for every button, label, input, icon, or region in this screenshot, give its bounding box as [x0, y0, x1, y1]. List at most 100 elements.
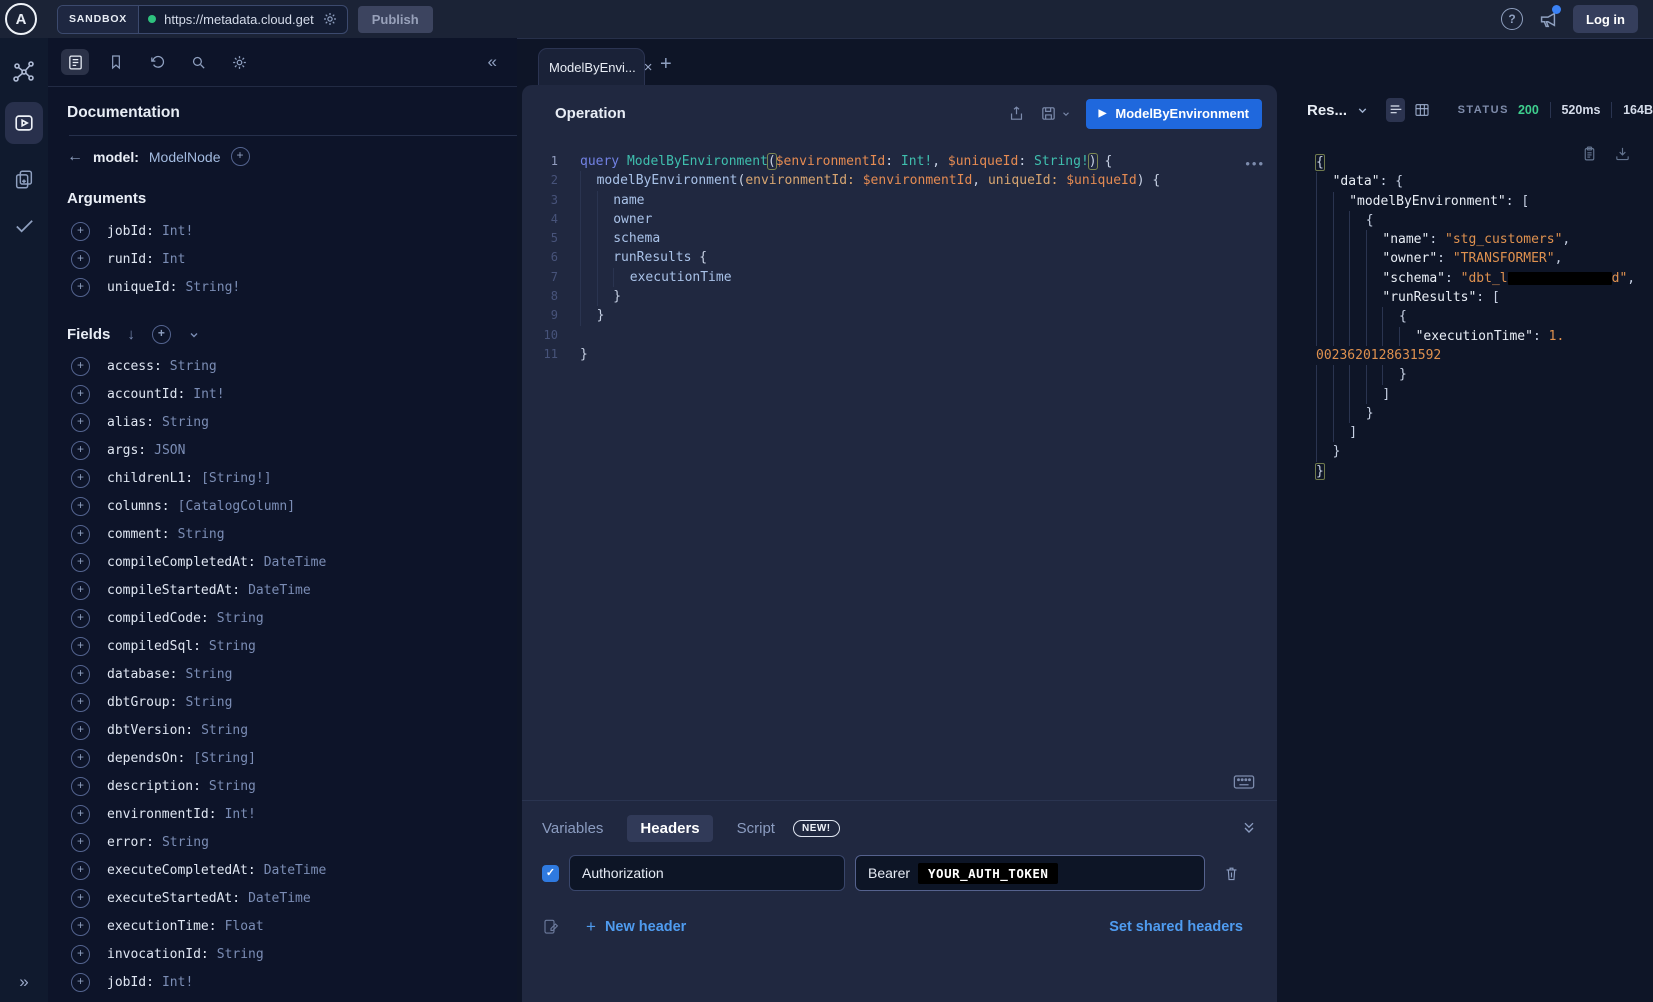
documentation-tab-icon[interactable]	[61, 49, 89, 75]
collapse-bottom-panel-icon[interactable]	[1241, 820, 1257, 836]
indent-guide	[1316, 230, 1333, 249]
docs-settings-gear-icon[interactable]	[225, 49, 253, 75]
tab-script[interactable]: Script	[737, 820, 775, 837]
announcements-megaphone-icon[interactable]	[1537, 8, 1559, 30]
indent-guide	[1333, 230, 1350, 249]
collapse-docs-panel-icon[interactable]: «	[488, 52, 497, 72]
doc-field-row: +compileCompletedAt:DateTime	[67, 548, 499, 576]
add-field-button[interactable]: +	[71, 973, 90, 992]
schema-graph-icon[interactable]	[12, 60, 36, 84]
add-field-button[interactable]: +	[71, 278, 90, 297]
login-button[interactable]: Log in	[1573, 5, 1638, 33]
history-icon[interactable]	[143, 49, 171, 75]
field-name: dependsOn:	[107, 751, 185, 766]
add-field-button[interactable]: +	[71, 721, 90, 740]
tab-headers[interactable]: Headers	[627, 815, 712, 842]
run-operation-button[interactable]: ▶ ModelByEnvironment	[1086, 99, 1262, 129]
add-field-button[interactable]: +	[71, 497, 90, 516]
set-shared-headers-link[interactable]: Set shared headers	[1109, 919, 1257, 935]
add-field-button[interactable]: +	[71, 889, 90, 908]
add-field-button[interactable]: +	[71, 833, 90, 852]
new-tab-button[interactable]: +	[660, 53, 672, 76]
add-field-button[interactable]: +	[71, 805, 90, 824]
header-value-input[interactable]: Bearer YOUR_AUTH_TOKEN	[855, 855, 1205, 891]
doc-field-row: +dependsOn:[String]	[67, 744, 499, 772]
response-dropdown-chevron-icon[interactable]	[1356, 104, 1369, 117]
indent-guide	[1316, 327, 1333, 346]
add-field-button[interactable]: +	[71, 250, 90, 269]
add-field-button[interactable]: +	[71, 945, 90, 964]
add-all-fields-button[interactable]: +	[152, 325, 171, 344]
breadcrumb-type-link[interactable]: ModelNode	[149, 149, 221, 165]
back-arrow-icon[interactable]: ←	[67, 148, 83, 166]
endpoint-url-field[interactable]: https://metadata.cloud.get	[139, 11, 347, 27]
endpoint-settings-gear-icon[interactable]	[322, 11, 338, 27]
share-icon[interactable]	[1008, 105, 1025, 122]
add-field-button[interactable]: +	[71, 581, 90, 600]
add-field-button[interactable]: +	[71, 777, 90, 796]
code-token: ,	[972, 173, 988, 188]
add-field-button[interactable]: +	[71, 525, 90, 544]
tab-variables[interactable]: Variables	[542, 820, 603, 837]
add-field-button[interactable]: +	[71, 917, 90, 936]
add-field-button[interactable]: +	[71, 609, 90, 628]
new-header-button[interactable]: + New header	[586, 917, 686, 937]
download-response-icon[interactable]	[1614, 145, 1631, 162]
graphql-editor[interactable]: 1query ModelByEnvironment($environmentId…	[522, 142, 1277, 800]
add-field-button[interactable]: +	[71, 385, 90, 404]
line-number: 5	[522, 229, 558, 248]
code-token: runResults	[613, 250, 699, 265]
add-field-button[interactable]: +	[71, 469, 90, 488]
explorer-nav-item[interactable]	[5, 102, 43, 144]
operation-tab[interactable]: ModelByEnvi... ×	[538, 48, 645, 86]
search-icon[interactable]	[184, 49, 212, 75]
code-lines: 1query ModelByEnvironment($environmentId…	[522, 142, 1277, 364]
add-field-button[interactable]: +	[71, 637, 90, 656]
add-field-button[interactable]: +	[71, 861, 90, 880]
code-token: ) {	[1137, 173, 1160, 188]
header-enabled-checkbox[interactable]: ✓	[542, 865, 559, 882]
keyboard-shortcuts-icon[interactable]	[1233, 774, 1255, 790]
table-view-toggle-icon[interactable]	[1412, 98, 1431, 122]
add-field-button[interactable]: +	[71, 413, 90, 432]
indent-guide	[1349, 230, 1366, 249]
add-field-button[interactable]: +	[71, 222, 90, 241]
add-type-button[interactable]: +	[231, 147, 250, 166]
code-text: schema	[558, 229, 660, 248]
save-operation-group[interactable]	[1040, 105, 1071, 122]
preserve-headers-icon[interactable]	[542, 918, 560, 936]
help-icon[interactable]: ?	[1501, 8, 1523, 30]
response-actions	[1581, 145, 1631, 162]
add-field-button[interactable]: +	[71, 665, 90, 684]
add-field-button[interactable]: +	[71, 693, 90, 712]
apollo-logo-icon[interactable]: A	[5, 3, 37, 35]
doc-field-row: +dbtGroup:String	[67, 688, 499, 716]
sort-fields-icon[interactable]: ↓	[127, 326, 135, 343]
expand-rail-chevrons[interactable]: »	[0, 972, 48, 992]
add-field-button[interactable]: +	[71, 441, 90, 460]
code-token: 0023620128631592	[1316, 348, 1441, 363]
connection-status-dot	[148, 15, 156, 23]
field-type: DateTime	[248, 891, 311, 906]
code-token: }	[580, 347, 588, 362]
chevron-down-icon[interactable]	[188, 329, 200, 341]
header-name-input[interactable]	[569, 855, 845, 891]
code-token: }	[1333, 444, 1341, 459]
sandbox-collections-icon[interactable]	[13, 168, 35, 190]
code-token: (	[768, 154, 776, 169]
add-field-button[interactable]: +	[71, 749, 90, 768]
copy-response-icon[interactable]	[1581, 145, 1598, 162]
bookmarks-icon[interactable]	[102, 49, 130, 75]
close-tab-icon[interactable]: ×	[644, 59, 653, 76]
code-token: : [	[1476, 290, 1499, 305]
add-field-button[interactable]: +	[71, 553, 90, 572]
code-token: :	[885, 154, 901, 169]
checks-icon[interactable]	[13, 214, 36, 237]
publish-button[interactable]: Publish	[358, 6, 433, 33]
editor-more-options-icon[interactable]: •••	[1245, 156, 1265, 171]
delete-header-icon[interactable]	[1223, 865, 1240, 882]
code-token: }	[597, 308, 605, 323]
raw-view-toggle-icon[interactable]	[1386, 98, 1405, 122]
field-type: String	[217, 947, 264, 962]
add-field-button[interactable]: +	[71, 357, 90, 376]
